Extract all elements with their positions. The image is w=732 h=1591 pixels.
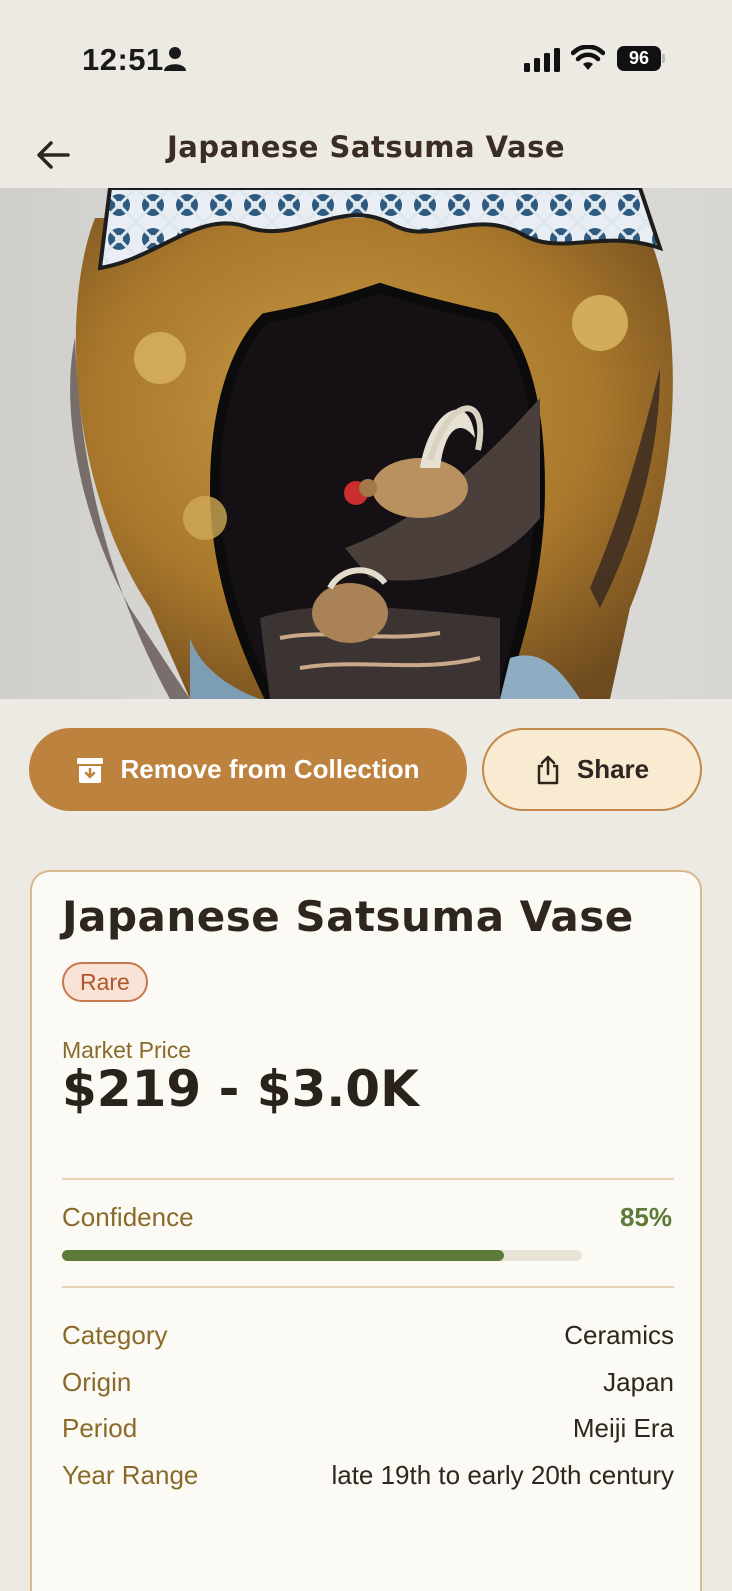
confidence-bar [62, 1250, 582, 1261]
confidence-label: Confidence [62, 1202, 194, 1232]
share-icon [537, 755, 559, 784]
detail-row: Period Meiji Era [62, 1413, 674, 1460]
confidence-value: 85% [619, 1202, 672, 1232]
battery-level: 96 [617, 46, 661, 71]
detail-label: Period [62, 1413, 138, 1443]
remove-button-label: Remove from Collection [120, 754, 420, 784]
nav-bar: Japanese Satsuma Vase [0, 120, 732, 189]
detail-row: Origin Japan [62, 1367, 674, 1414]
battery-cap [662, 54, 665, 63]
divider [62, 1178, 674, 1180]
detail-value: Ceramics [564, 1320, 674, 1350]
detail-label: Category [62, 1320, 168, 1350]
wifi-icon [571, 45, 605, 70]
item-detail-card: Japanese Satsuma Vase Rare Market Price … [30, 870, 702, 1591]
remove-from-collection-button[interactable]: Remove from Collection [29, 728, 467, 811]
archive-icon [77, 757, 104, 783]
detail-row: Category Ceramics [62, 1320, 674, 1367]
person-icon [164, 47, 186, 71]
detail-list: Category Ceramics Origin Japan Period Meiji E… [62, 1320, 674, 1506]
battery-indicator: 96 [617, 46, 665, 71]
detail-row: Year Range late 19th to early 20th centur… [62, 1460, 674, 1507]
detail-label: Year Range [62, 1459, 199, 1490]
confidence-bar-fill [62, 1250, 504, 1261]
share-button[interactable]: Share [482, 728, 702, 811]
market-price-value: $219 - $3.0K [62, 1060, 419, 1118]
detail-value: Japan [603, 1366, 674, 1397]
status-bar: 12:51 96 [0, 0, 732, 120]
detail-value: late 19th to early 20th century [331, 1459, 674, 1490]
signal-icon [524, 48, 560, 72]
vase-image [0, 188, 732, 699]
status-time: 12:51 [82, 42, 164, 77]
divider [62, 1286, 674, 1288]
action-bar: Remove from Collection Share [0, 728, 732, 812]
detail-value: Meiji Era [572, 1413, 674, 1443]
detail-label: Origin [62, 1366, 132, 1397]
share-button-label: Share [576, 754, 650, 784]
page-title: Japanese Satsuma Vase [167, 130, 565, 164]
rarity-badge: Rare [62, 962, 148, 1002]
item-name: Japanese Satsuma Vase [62, 892, 634, 941]
item-photo [0, 188, 732, 699]
